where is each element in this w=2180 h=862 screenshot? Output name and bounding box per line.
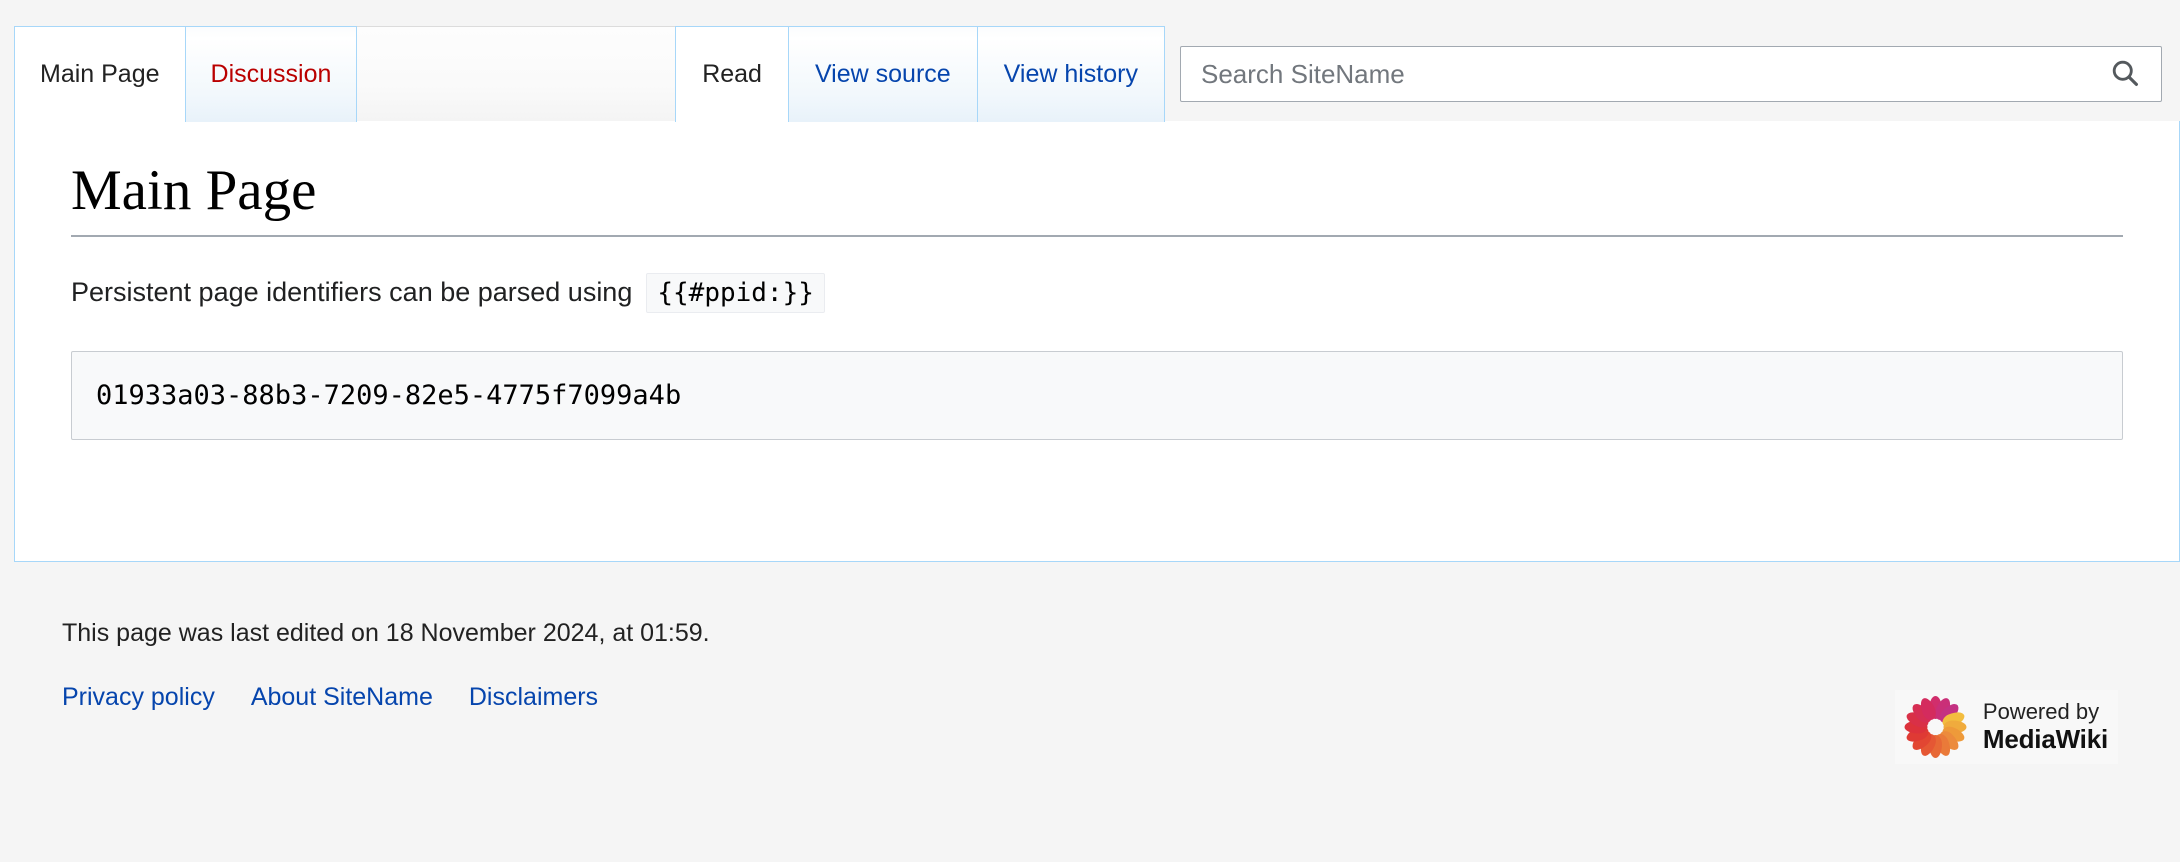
action-tabs: Read View source View history [675, 26, 1165, 123]
powered-by-line2: MediaWiki [1982, 723, 2108, 754]
footer-last-edited: This page was last edited on 18 November… [62, 619, 710, 647]
search-box[interactable] [1180, 46, 2162, 102]
page-title: Main Page [71, 157, 2123, 238]
page-footer: This page was last edited on 18 November… [0, 576, 2180, 712]
footer-link-item: About SiteName [251, 683, 433, 712]
content-inner: Main Page Persistent page identifiers ca… [15, 121, 2179, 440]
tab-discussion[interactable]: Discussion [184, 26, 358, 122]
top-navigation-bar: Main Page Discussion Read View source Vi… [0, 0, 2180, 123]
body-paragraph: Persistent page identifiers can be parse… [71, 271, 2123, 314]
tab-main-page[interactable]: Main Page [14, 26, 186, 123]
paragraph-text: Persistent page identifiers can be parse… [71, 277, 633, 308]
footer-link-item: Disclaimers [469, 683, 598, 712]
tab-read[interactable]: Read [675, 26, 789, 123]
powered-by-mediawiki-badge[interactable]: Powered by MediaWiki [1894, 690, 2118, 764]
footer-links: Privacy policy About SiteName Disclaimer… [62, 683, 2118, 712]
inline-code-ppid: {{#ppid:}} [646, 272, 825, 313]
search-icon [2110, 58, 2140, 91]
tab-view-source[interactable]: View source [787, 26, 978, 122]
mediawiki-sunflower-icon [1904, 695, 1968, 759]
footer-link-about[interactable]: About SiteName [251, 683, 433, 711]
powered-by-line1: Powered by [1982, 699, 2100, 725]
search-button[interactable] [2101, 50, 2149, 98]
mediawiki-page: Main Page Discussion Read View source Vi… [0, 0, 2180, 862]
content-area: Main Page Persistent page identifiers ca… [14, 121, 2180, 562]
search-area [1180, 46, 2162, 102]
footer-link-privacy-policy[interactable]: Privacy policy [62, 683, 215, 711]
footer-link-item: Privacy policy [62, 683, 215, 712]
search-input[interactable] [1201, 58, 2101, 90]
tab-view-history[interactable]: View history [976, 26, 1165, 122]
code-block-uuid: 01933a03-88b3-7209-82e5-4775f7099a4b [71, 350, 2123, 440]
powered-by-text: Powered by MediaWiki [1983, 699, 2108, 754]
footer-link-disclaimers[interactable]: Disclaimers [469, 683, 598, 711]
